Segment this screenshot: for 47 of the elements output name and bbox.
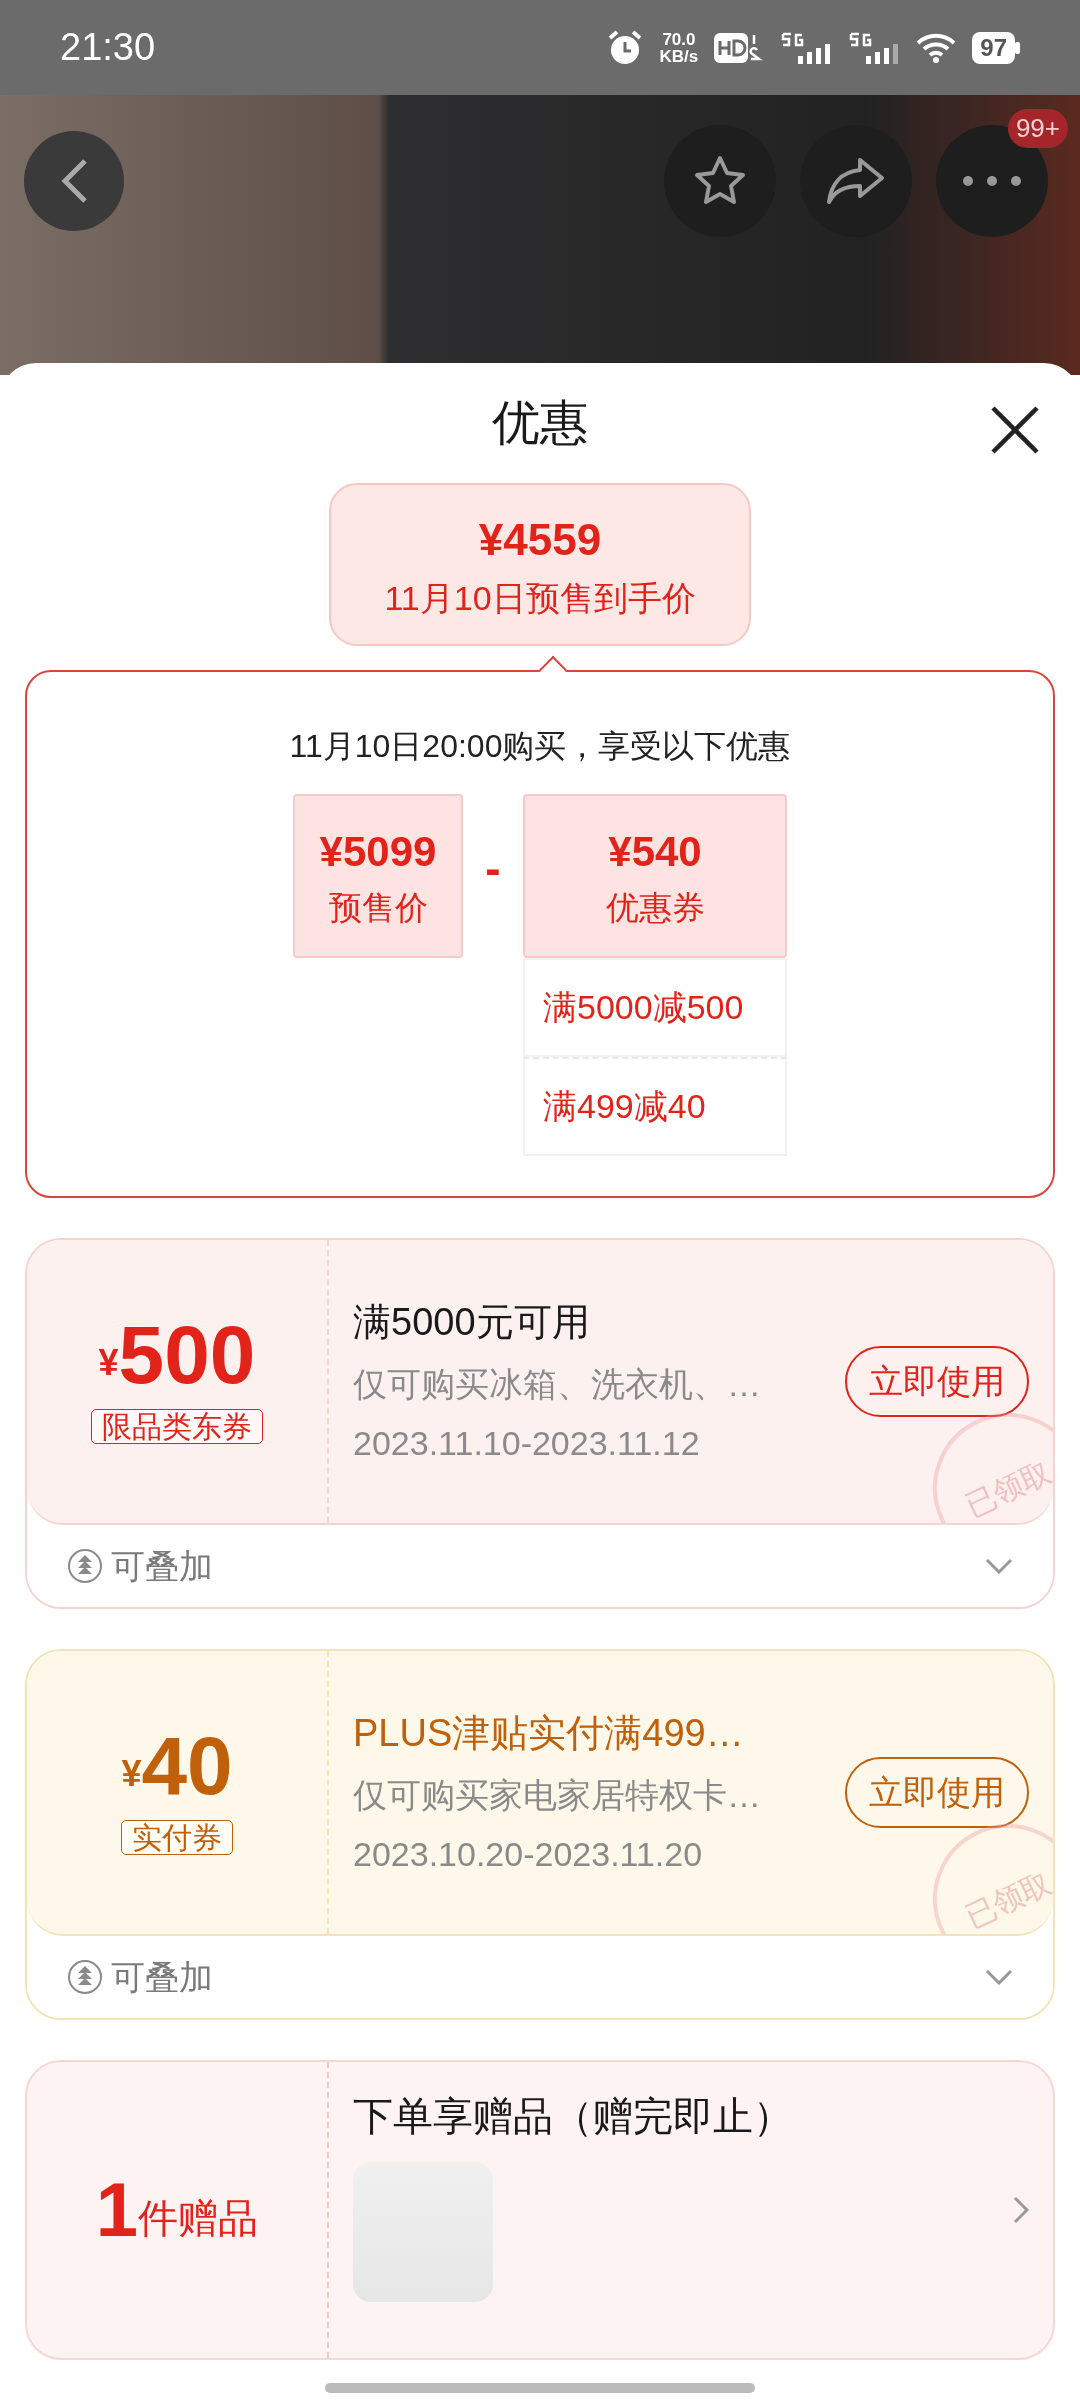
- coupon-title: 满5000元可用: [353, 1300, 591, 1345]
- stackable-label: 可叠加: [111, 1545, 213, 1587]
- term-amount: ¥5099: [319, 826, 437, 877]
- chevron-right-icon[interactable]: [1013, 2196, 1029, 2224]
- battery-cap-icon: [1015, 41, 1020, 54]
- close-icon: [990, 405, 1040, 455]
- term-amount: ¥540: [608, 826, 702, 877]
- close-button[interactable]: [990, 405, 1040, 455]
- coupon-validity: 2023.11.10-2023.11.12: [353, 1423, 701, 1464]
- wifi-icon: [916, 31, 957, 64]
- breakdown-heading: 11月10日20:00购买，享受以下优惠: [289, 728, 791, 764]
- chevron-icon[interactable]: [985, 1969, 1013, 1985]
- term-label: 优惠券: [605, 887, 705, 928]
- stack-icon: [67, 1548, 103, 1584]
- use-now-button[interactable]: 立即使用: [845, 1346, 1029, 1417]
- coupon-description: 仅可购买冰箱、洗衣机、…: [353, 1364, 762, 1405]
- network-speed: 70.0: [661, 30, 697, 48]
- sheet-title: 优惠: [492, 396, 588, 449]
- gift-title: 下单享赠品（赠完即止）: [353, 2093, 794, 2140]
- coupon-amount: 40: [141, 1725, 233, 1807]
- back-icon: [59, 157, 89, 205]
- coupon-type-tag: 实付券: [121, 1820, 233, 1855]
- currency-symbol: ¥: [121, 1753, 142, 1794]
- final-price: ¥4559: [477, 514, 603, 566]
- coupon-description: 仅可购买家电家居特权卡…: [353, 1775, 762, 1816]
- final-price-label: 11月10日预售到手价: [383, 578, 697, 619]
- gift-count: 1: [95, 2172, 139, 2248]
- use-now-button[interactable]: 立即使用: [845, 1757, 1029, 1828]
- coupon-type-tag: 限品类东券: [91, 1409, 263, 1444]
- share-icon: [826, 156, 886, 206]
- minus-sign: -: [485, 842, 501, 894]
- stackable-label: 可叠加: [111, 1956, 213, 1998]
- coupon-detail-row: 满5000减500: [523, 958, 787, 1057]
- hd-icon: [714, 30, 765, 65]
- battery-level: 97: [972, 31, 1015, 64]
- coupon-detail-row: 满499减40: [523, 1057, 787, 1156]
- coupon-amount: 500: [118, 1314, 256, 1396]
- coupon-title: PLUS津贴实付满499…: [353, 1711, 745, 1756]
- status-time: 21:30: [60, 25, 156, 70]
- gift-unit: 件赠品: [138, 2196, 259, 2242]
- stack-icon: [67, 1959, 103, 1995]
- more-icon: [962, 175, 1022, 187]
- term-label: 预售价: [328, 887, 428, 928]
- currency-symbol: ¥: [98, 1341, 119, 1385]
- chevron-icon[interactable]: [985, 1558, 1013, 1574]
- network-speed-unit: KB/s: [659, 47, 699, 65]
- coupon-validity: 2023.10.20-2023.11.20: [353, 1834, 704, 1875]
